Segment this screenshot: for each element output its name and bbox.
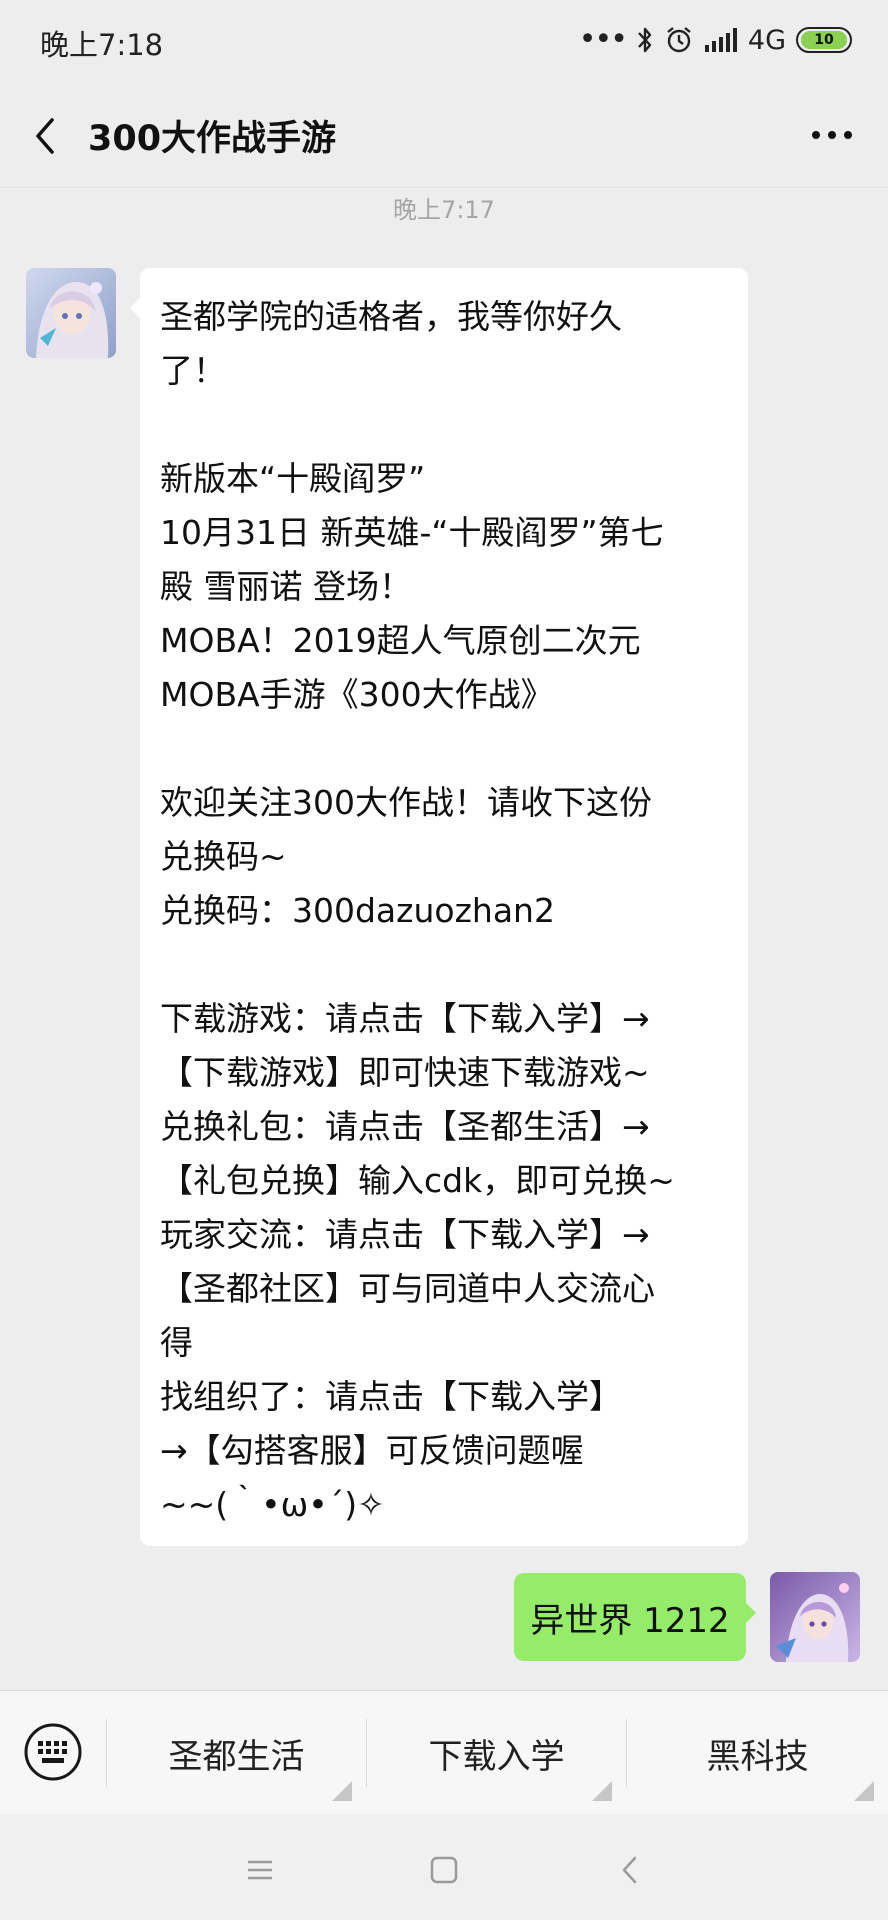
chat-title: 300大作战手游 (88, 119, 337, 159)
alarm-icon (667, 27, 691, 53)
message-timestamp: 晚上7:17 (393, 196, 495, 224)
message-line: 下载游戏：请点击【下载入学】→ (160, 999, 650, 1038)
chat-header: 300大作战手游 (0, 82, 888, 188)
network-type: 4G (747, 24, 786, 56)
battery-icon: 10 (796, 27, 852, 53)
message-line: ~~(｀•ω•´)✧ (160, 1485, 385, 1524)
menu-icon (248, 1860, 272, 1880)
system-back-button[interactable] (610, 1850, 650, 1890)
incoming-message-bubble[interactable]: 圣都学院的适格者，我等你好久 了！ 新版本“十殿阎罗” 10月31日 新英雄-“… (130, 268, 748, 1546)
message-line: 玩家交流：请点击【下载入学】→ (160, 1215, 650, 1254)
more-options-button[interactable] (808, 120, 856, 150)
home-square-icon (430, 1856, 458, 1884)
keyboard-toggle-button[interactable] (22, 1721, 84, 1783)
message-line: 【圣都社区】可与同道中人交流心 (160, 1269, 655, 1308)
home-button[interactable] (424, 1850, 464, 1890)
message-line: 找组织了：请点击【下载入学】 (160, 1377, 622, 1416)
battery-level: 10 (814, 32, 834, 48)
official-account-avatar[interactable] (26, 268, 116, 358)
status-icons: ••• 4G 10 (579, 22, 852, 58)
signal-icon (704, 28, 737, 52)
message-line: 兑换码~ (160, 837, 287, 876)
status-time: 晚上7:18 (40, 28, 164, 62)
redeem-code-line: 兑换码：300dazuozhan2 (160, 891, 555, 930)
message-line: 欢迎关注300大作战！请收下这份 (160, 783, 652, 822)
message-line: 得 (160, 1323, 193, 1362)
message-line: →【勾搭客服】可反馈问题喔 (160, 1431, 584, 1470)
menu-item-label: 圣都生活 (168, 1736, 305, 1777)
menu-item-label: 黑科技 (706, 1736, 809, 1777)
outgoing-message-bubble[interactable]: 异世界 1212 (514, 1573, 756, 1661)
submenu-indicator-icon (592, 1781, 612, 1801)
more-dots-icon: ••• (578, 22, 628, 57)
submenu-indicator-icon (854, 1781, 874, 1801)
status-bar: 晚上7:18 ••• 4G 10 (0, 0, 888, 82)
menu-item-life[interactable]: 圣都生活 (107, 1691, 366, 1815)
message-line: MOBA！2019超人气原创二次元 (160, 621, 641, 660)
menu-item-label: 下载入学 (428, 1736, 565, 1777)
back-icon (622, 1856, 637, 1884)
message-line: 【下载游戏】即可快速下载游戏~ (160, 1053, 650, 1092)
back-button[interactable] (26, 112, 66, 160)
message-line: 殿 雪丽诺 登场！ (160, 567, 412, 606)
message-line: MOBA手游《300大作战》 (160, 675, 554, 714)
message-line: 兑换礼包：请点击【圣都生活】→ (160, 1107, 650, 1146)
user-avatar[interactable] (770, 1572, 860, 1662)
submenu-indicator-icon (332, 1781, 352, 1801)
chevron-left-icon (36, 118, 54, 154)
message-line: 圣都学院的适格者，我等你好久 (160, 297, 622, 336)
menu-item-download[interactable]: 下载入学 (367, 1691, 626, 1815)
bluetooth-icon (638, 27, 652, 53)
more-horizontal-icon (812, 131, 852, 139)
outgoing-message-text: 异世界 1212 (530, 1600, 730, 1641)
menu-item-tech[interactable]: 黑科技 (627, 1691, 888, 1815)
keyboard-icon (24, 1723, 82, 1781)
message-line: 新版本“十殿阎罗” (160, 459, 426, 498)
message-line: 10月31日 新英雄-“十殿阎罗”第七 (160, 513, 664, 552)
system-navigation-bar (0, 1814, 888, 1920)
recent-apps-button[interactable] (240, 1850, 280, 1890)
message-line: 【礼包兑换】输入cdk，即可兑换~ (160, 1161, 675, 1200)
message-line: 了！ (160, 351, 226, 390)
official-account-menu: 圣都生活 下载入学 黑科技 (0, 1690, 888, 1814)
